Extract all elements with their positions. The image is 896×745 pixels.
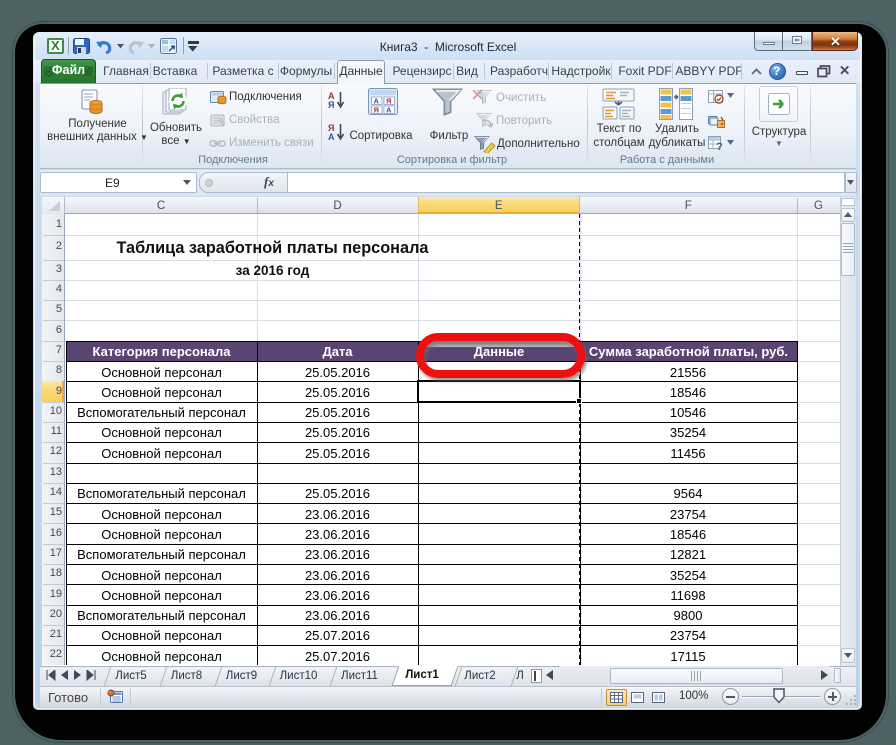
- svg-text:Я: Я: [386, 97, 391, 106]
- svg-text:Я: Я: [374, 106, 379, 115]
- svg-text:А: А: [386, 106, 392, 115]
- svg-text:А: А: [374, 97, 380, 106]
- svg-text:?: ?: [716, 141, 723, 151]
